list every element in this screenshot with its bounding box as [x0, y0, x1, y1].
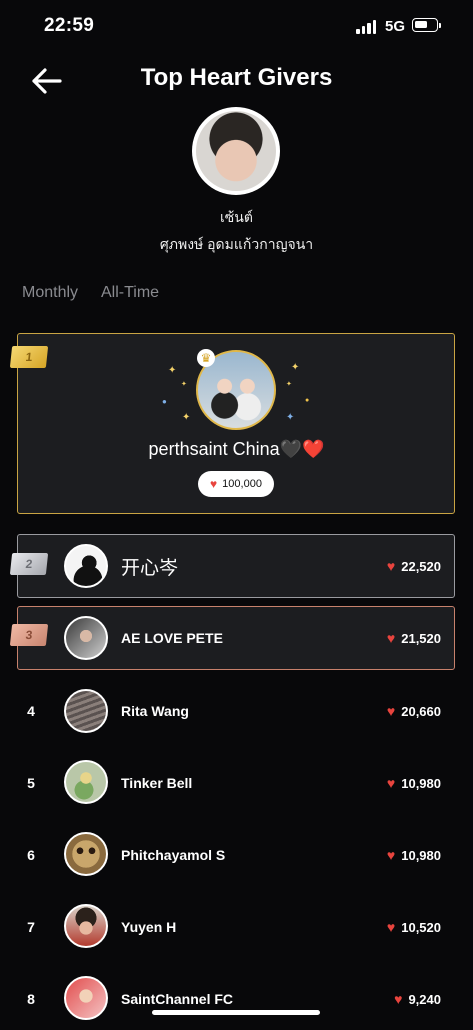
heart-icon: ♥	[386, 703, 396, 719]
sparkle-icon: ✦	[182, 412, 191, 423]
rank-badge-bronze: 3	[9, 624, 49, 646]
giver-hearts: ♥ 10,980	[387, 775, 441, 791]
giver-name: AE LOVE PETE	[121, 630, 223, 646]
heart-icon: ♥	[386, 919, 396, 935]
sparkle-icon: ●	[162, 397, 167, 406]
sparkle-icon: ✦	[286, 412, 295, 423]
rank-number: 8	[27, 991, 35, 1007]
sparkle-icon: ✦	[181, 381, 187, 388]
giver-hearts-count: 22,520	[401, 558, 441, 574]
rank-number: 6	[27, 847, 35, 863]
top-giver-hearts: 100,000	[222, 478, 262, 490]
giver-avatar[interactable]	[64, 832, 108, 876]
giver-name: Phitchayamol S	[121, 847, 226, 863]
giver-hearts: ♥ 21,520	[387, 630, 441, 646]
giver-avatar[interactable]	[64, 976, 108, 1020]
profile-name: เซ้นต์	[220, 209, 253, 225]
giver-avatar[interactable]	[64, 616, 108, 660]
giver-name: Rita Wang	[121, 703, 189, 719]
network-label: 5G	[385, 18, 406, 35]
giver-hearts-count: 10,980	[401, 847, 441, 863]
heart-icon: ♥	[386, 558, 396, 574]
giver-avatar[interactable]	[64, 689, 108, 733]
giver-hearts-count: 20,660	[401, 703, 441, 719]
battery-tip	[439, 23, 441, 28]
heart-icon: ♥	[386, 775, 396, 791]
giver-hearts-count: 9,240	[408, 991, 441, 1007]
giver-hearts-count: 21,520	[401, 630, 441, 646]
heart-icon: ♥	[394, 991, 403, 1007]
giver-avatar[interactable]	[64, 904, 108, 948]
sparkle-icon: ●	[305, 397, 310, 404]
rank-badge-silver: 2	[9, 553, 49, 575]
giver-avatar[interactable]	[64, 544, 108, 588]
rank-number: 5	[27, 775, 35, 791]
home-indicator[interactable]	[152, 1010, 320, 1015]
profile-full-name: ศุภพงษ์ อุดมแก้วกาญจนา	[159, 236, 314, 252]
profile-avatar	[192, 107, 280, 195]
giver-name: Tinker Bell	[121, 775, 193, 791]
status-time: 22:59	[44, 15, 95, 36]
giver-name: 开心岑	[121, 558, 179, 579]
top-giver-hearts-pill: ♥ 100,000	[198, 471, 274, 497]
giver-name: Yuyen H	[121, 919, 177, 935]
sparkle-icon: ✦	[168, 365, 177, 376]
tab-monthly[interactable]: Monthly	[22, 284, 78, 302]
page-title: Top Heart Givers	[140, 64, 333, 91]
giver-avatar[interactable]	[64, 760, 108, 804]
rank-badge-gold: 1	[9, 346, 49, 368]
giver-hearts: ♥ 10,980	[387, 847, 441, 863]
signal-icon	[356, 20, 378, 34]
battery-icon	[412, 18, 438, 32]
heart-icon: ♥	[386, 847, 396, 863]
rank-number: 7	[27, 919, 35, 935]
sparkle-icon: ✦	[286, 381, 292, 388]
giver-hearts: ♥ 20,660	[387, 703, 441, 719]
giver-name: SaintChannel FC	[121, 991, 234, 1007]
crown-icon: ♛	[197, 349, 215, 367]
giver-hearts: ♥ 9,240	[394, 991, 441, 1007]
top-giver-name: perthsaint China🖤❤️	[148, 439, 325, 459]
tab-all-time[interactable]: All-Time	[101, 284, 159, 302]
giver-hearts-count: 10,520	[401, 919, 441, 935]
heart-icon: ♥	[386, 630, 396, 646]
giver-hearts-count: 10,980	[401, 775, 441, 791]
rank-number: 4	[27, 703, 35, 719]
giver-hearts: ♥ 22,520	[387, 558, 441, 574]
sparkle-icon: ✦	[291, 362, 300, 373]
heart-icon: ♥	[210, 477, 218, 491]
giver-hearts: ♥ 10,520	[387, 919, 441, 935]
